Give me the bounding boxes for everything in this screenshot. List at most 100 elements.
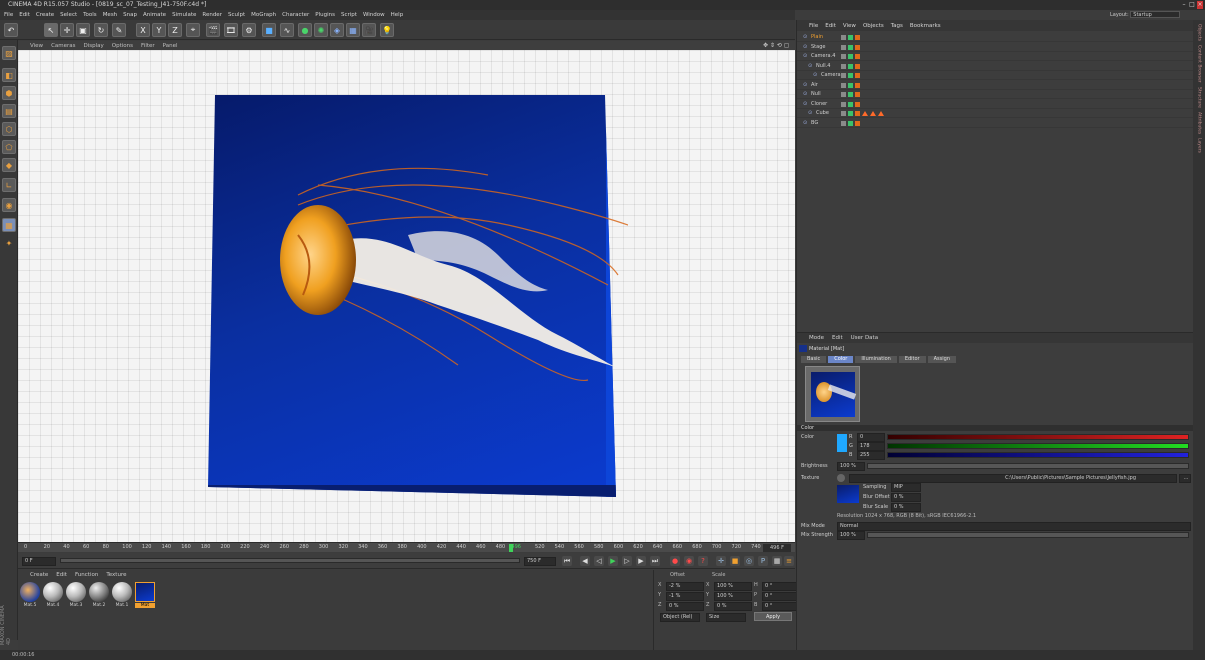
- start-frame-field[interactable]: 0 F: [22, 557, 56, 566]
- brightness-field[interactable]: 100 %: [837, 462, 865, 471]
- material-tag-icon[interactable]: [855, 44, 860, 50]
- material-menu-create[interactable]: Create: [30, 572, 48, 578]
- recent-tool-icon[interactable]: ✎: [112, 23, 126, 37]
- mixstrength-slider[interactable]: [867, 532, 1189, 538]
- key-rotation-icon[interactable]: ◎: [744, 556, 754, 566]
- material-swatch[interactable]: Mat.1: [112, 582, 132, 610]
- key-position-icon[interactable]: ✛: [716, 556, 726, 566]
- material-swatch[interactable]: Mat.4: [43, 582, 63, 610]
- viewport-menu-display[interactable]: Display: [84, 43, 104, 49]
- visibility-dots-icon[interactable]: [841, 101, 846, 107]
- go-to-start-icon[interactable]: ⏮: [562, 556, 572, 566]
- select-icon[interactable]: ↖: [44, 23, 58, 37]
- coord-scale-field[interactable]: 0 %: [714, 602, 752, 611]
- menu-item-help[interactable]: Help: [391, 12, 404, 18]
- b-field[interactable]: 255: [857, 451, 885, 460]
- right-tab-attributes[interactable]: Attributes: [1197, 112, 1202, 134]
- object-row[interactable]: ⊙ Air: [797, 81, 1194, 90]
- object-menu-objects[interactable]: Objects: [863, 23, 884, 29]
- object-row[interactable]: ⊙ Cloner: [797, 100, 1194, 109]
- material-swatch[interactable]: Mat: [135, 582, 155, 610]
- blurscale-field[interactable]: 0 %: [891, 503, 921, 512]
- current-frame-field[interactable]: 496 F: [763, 544, 791, 552]
- menu-item-animate[interactable]: Animate: [143, 12, 166, 18]
- coord-rotation-field[interactable]: 0 °: [762, 602, 800, 611]
- light-icon[interactable]: 💡: [380, 23, 394, 37]
- x-axis-lock[interactable]: X: [136, 23, 150, 37]
- material-tag-icon[interactable]: [855, 73, 860, 78]
- model-mode-icon[interactable]: ◧: [2, 68, 16, 82]
- array-icon[interactable]: ✺: [314, 23, 328, 37]
- points-mode-icon[interactable]: ⬡: [2, 122, 16, 136]
- spline-icon[interactable]: ∿: [280, 23, 294, 37]
- menu-item-character[interactable]: Character: [282, 12, 309, 18]
- menu-item-window[interactable]: Window: [363, 12, 385, 18]
- camera-icon[interactable]: 🎥: [362, 23, 376, 37]
- enabled-check-icon[interactable]: [848, 44, 853, 50]
- attribute-menu-user-data[interactable]: User Data: [851, 335, 878, 341]
- coordinate-system-icon[interactable]: ⌖: [186, 23, 200, 37]
- mixstrength-field[interactable]: 100 %: [837, 531, 865, 540]
- object-menu-edit[interactable]: Edit: [825, 23, 836, 29]
- material-menu-function[interactable]: Function: [75, 572, 98, 578]
- menu-item-create[interactable]: Create: [36, 12, 54, 18]
- g-field[interactable]: 178: [857, 442, 885, 451]
- warning-tag-icon[interactable]: [870, 111, 876, 116]
- key-parameter-icon[interactable]: P: [758, 556, 768, 566]
- warning-tag-icon[interactable]: [878, 111, 884, 116]
- menu-item-mesh[interactable]: Mesh: [103, 12, 117, 18]
- material-swatch[interactable]: Mat.5: [20, 582, 40, 610]
- key-pla-icon[interactable]: ▦: [772, 556, 782, 566]
- workplane-icon[interactable]: ▤: [2, 104, 16, 118]
- scale-icon[interactable]: ▣: [76, 23, 90, 37]
- texture-mode-icon[interactable]: ⬢: [2, 86, 16, 100]
- axis-mode-icon[interactable]: ∟: [2, 178, 16, 192]
- render-picture-viewer-icon[interactable]: 🎞: [224, 23, 238, 37]
- texture-path[interactable]: C:\Users\Public\Pictures\Sample Pictures…: [849, 474, 1177, 483]
- material-tag-icon[interactable]: [855, 63, 860, 69]
- enabled-check-icon[interactable]: [848, 82, 853, 88]
- tab-illumination[interactable]: Illumination: [855, 356, 897, 363]
- coord-scale-field[interactable]: 100 %: [714, 592, 752, 601]
- enabled-check-icon[interactable]: [848, 92, 853, 97]
- coord-mode-dropdown[interactable]: Object (Rel): [660, 613, 700, 622]
- make-editable-icon[interactable]: ▨: [2, 46, 16, 60]
- play-icon[interactable]: ▶: [608, 556, 618, 566]
- polygons-mode-icon[interactable]: ◆: [2, 158, 16, 172]
- object-row[interactable]: ⊙ Null.4: [797, 62, 1194, 71]
- previous-key-icon[interactable]: ◀: [580, 556, 590, 566]
- enabled-check-icon[interactable]: [848, 73, 853, 78]
- coord-position-field[interactable]: 0 %: [666, 602, 704, 611]
- b-slider[interactable]: [887, 452, 1189, 458]
- coord-rotation-field[interactable]: 0 °: [762, 592, 800, 601]
- texture-menu-icon[interactable]: [837, 474, 845, 482]
- object-row[interactable]: ⊙ BG: [797, 119, 1194, 128]
- tab-editor[interactable]: Editor: [898, 356, 926, 363]
- r-slider[interactable]: [887, 434, 1189, 440]
- visibility-dots-icon[interactable]: [841, 111, 846, 116]
- visibility-dots-icon[interactable]: [841, 35, 846, 40]
- object-menu-file[interactable]: File: [809, 23, 818, 29]
- menu-item-snap[interactable]: Snap: [123, 12, 137, 18]
- right-tab-structure[interactable]: Structure: [1197, 87, 1202, 108]
- cube-icon[interactable]: ■: [262, 23, 276, 37]
- menu-item-tools[interactable]: Tools: [83, 12, 97, 18]
- menu-item-render[interactable]: Render: [202, 12, 222, 18]
- nurbs-icon[interactable]: ●: [298, 23, 312, 37]
- timeline-ruler[interactable]: 0 20 40 60 80 100 120 140 160 180 200 220 240 260 280 3…: [18, 542, 795, 552]
- enabled-check-icon[interactable]: [848, 35, 853, 40]
- object-menu-tags[interactable]: Tags: [891, 23, 903, 29]
- material-swatch[interactable]: Mat.2: [89, 582, 109, 610]
- attribute-menu-edit[interactable]: Edit: [832, 335, 843, 341]
- viewport-menu-cameras[interactable]: Cameras: [51, 43, 75, 49]
- deformer-icon[interactable]: ◈: [330, 23, 344, 37]
- material-tag-icon[interactable]: [855, 82, 860, 88]
- autokey-icon[interactable]: ◉: [684, 556, 694, 566]
- coord-rotation-field[interactable]: 0 °: [762, 582, 800, 591]
- minimize-icon[interactable]: –: [1181, 1, 1187, 9]
- material-menu-edit[interactable]: Edit: [56, 572, 67, 578]
- material-tag-icon[interactable]: [855, 101, 860, 107]
- visibility-dots-icon[interactable]: [841, 63, 846, 69]
- attribute-menu-mode[interactable]: Mode: [809, 335, 824, 341]
- object-row[interactable]: ⊙ Cube: [797, 109, 1194, 118]
